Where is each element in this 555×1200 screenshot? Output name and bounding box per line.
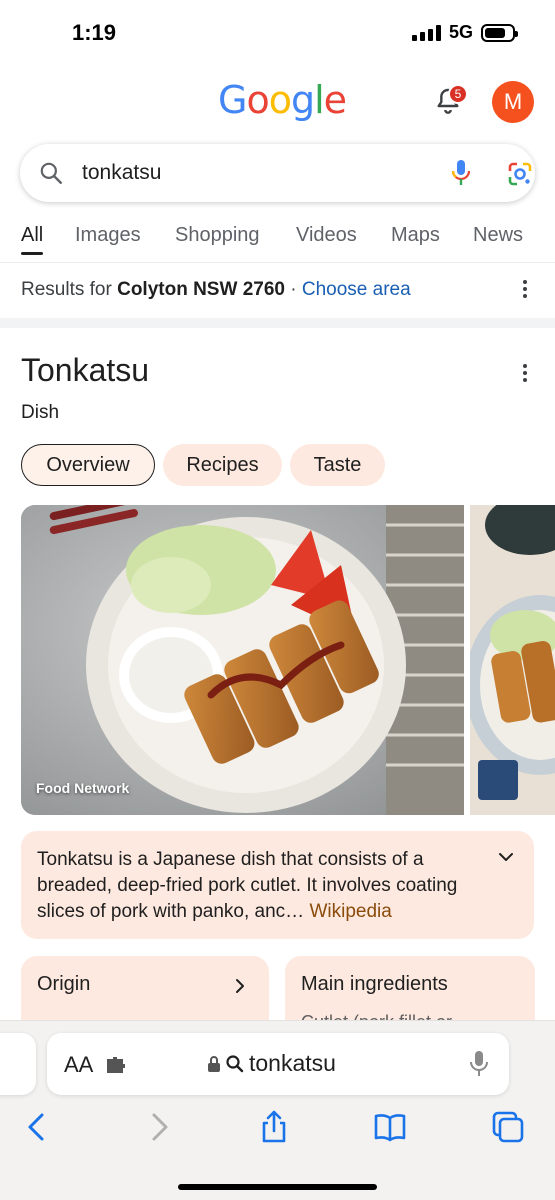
battery-icon	[481, 23, 518, 42]
tab-news[interactable]: News	[473, 224, 523, 247]
voice-search-icon[interactable]	[448, 158, 474, 188]
previous-tab-preview[interactable]	[0, 1033, 36, 1095]
tonkatsu-secondary-illustration	[470, 505, 555, 815]
tabs-icon[interactable]	[490, 1109, 526, 1145]
forward-icon[interactable]	[140, 1109, 176, 1145]
browser-toolbar: AA tonkatsu	[0, 1020, 555, 1200]
address-text: tonkatsu	[249, 1050, 336, 1076]
choose-area-link[interactable]: Choose area	[302, 279, 411, 300]
tab-images[interactable]: Images	[75, 224, 141, 247]
back-icon[interactable]	[20, 1109, 56, 1145]
tab-maps[interactable]: Maps	[391, 224, 440, 247]
location-prefix: Results for	[21, 279, 112, 300]
location-separator: ·	[284, 279, 302, 300]
search-bar[interactable]: tonkatsu	[20, 144, 535, 202]
status-indicators: 5G	[411, 22, 518, 43]
panel-subtitle: Dish	[21, 402, 60, 423]
chip-overview[interactable]: Overview	[21, 444, 155, 486]
chevron-down-icon[interactable]	[498, 849, 514, 865]
dish-image[interactable]	[21, 505, 464, 815]
panel-title: Tonkatsu	[21, 352, 150, 388]
account-avatar[interactable]: M	[492, 81, 534, 123]
network-label: 5G	[448, 22, 473, 42]
chip-recipes[interactable]: Recipes	[163, 444, 282, 486]
chevron-right-icon	[236, 979, 244, 993]
dish-description[interactable]: Tonkatsu is a Japanese dish that consist…	[21, 831, 534, 939]
tab-videos[interactable]: Videos	[296, 224, 357, 247]
status-bar: 1:19 5G	[0, 0, 555, 64]
tab-shopping[interactable]: Shopping	[175, 224, 260, 247]
search-small-icon	[226, 1054, 244, 1072]
search-tabs: All Images Shopping Videos Maps News	[0, 222, 555, 262]
home-indicator[interactable]	[178, 1184, 377, 1190]
notification-badge: 5	[448, 84, 468, 104]
bookmarks-icon[interactable]	[372, 1109, 408, 1145]
share-icon[interactable]	[256, 1109, 292, 1145]
tabs-divider	[0, 262, 555, 263]
text-size-label: AA	[64, 1052, 94, 1077]
lock-icon	[208, 1055, 220, 1072]
extension-icon[interactable]	[105, 1055, 127, 1073]
tab-all[interactable]: All	[21, 224, 44, 255]
search-icon	[40, 162, 62, 184]
description-text: Tonkatsu is a Japanese dish that consist…	[37, 849, 458, 922]
text-size-button[interactable]: AA	[64, 1052, 93, 1078]
address-url[interactable]: tonkatsu	[207, 1050, 336, 1077]
ingredients-title: Main ingredients	[301, 973, 448, 995]
address-bar[interactable]: AA tonkatsu	[47, 1033, 509, 1095]
panel-more-icon[interactable]	[522, 364, 528, 382]
google-logo[interactable]: Google	[218, 78, 347, 123]
wikipedia-link[interactable]: Wikipedia	[309, 901, 391, 922]
tonkatsu-plate-illustration	[21, 505, 464, 815]
location-place: Colyton NSW 2760	[117, 279, 285, 300]
search-input[interactable]: tonkatsu	[82, 161, 161, 185]
image-credit: Food Network	[36, 780, 130, 796]
signal-icon	[411, 24, 441, 41]
microphone-icon[interactable]	[469, 1050, 489, 1078]
location-more-icon[interactable]	[522, 280, 528, 298]
location-line: Results for Colyton NSW 2760 · Choose ar…	[21, 279, 411, 301]
origin-title: Origin	[37, 973, 91, 995]
status-time: 1:19	[72, 20, 117, 45]
section-separator	[0, 318, 555, 328]
google-lens-icon[interactable]	[506, 160, 534, 188]
chip-taste[interactable]: Taste	[290, 444, 385, 486]
dish-image-secondary[interactable]	[470, 505, 555, 815]
